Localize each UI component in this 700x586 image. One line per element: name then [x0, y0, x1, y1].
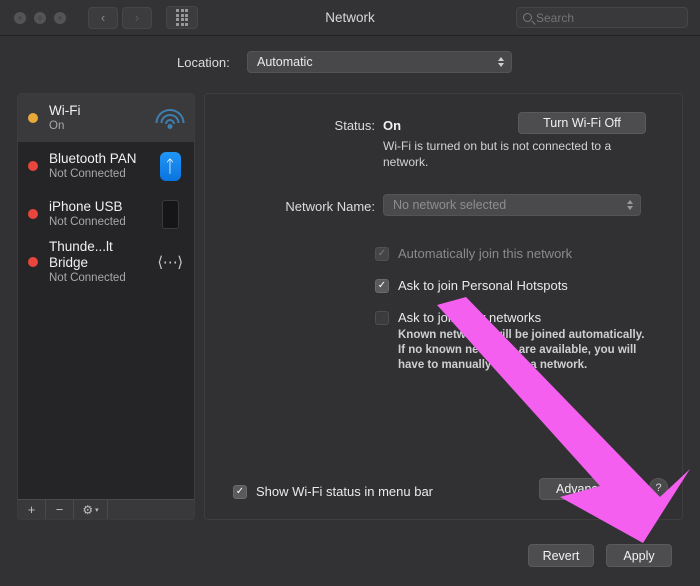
auto-join-network-row[interactable]: ✓ Automatically join this network	[375, 246, 572, 261]
ask-join-new-networks-label: Ask to join new networks	[398, 310, 542, 325]
status-dot	[28, 161, 38, 171]
network-service-list[interactable]: Wi-Fi On Bluetooth PAN Not Connected ᛏ i…	[17, 93, 195, 520]
show-wifi-status-label: Show Wi-Fi status in menu bar	[256, 484, 434, 499]
navigation-buttons: ‹ ›	[88, 6, 152, 29]
add-service-button[interactable]: +	[18, 500, 46, 519]
service-status: Not Connected	[49, 272, 126, 284]
auto-join-network-label: Automatically join this network	[398, 246, 573, 261]
ask-join-hotspots-label: Ask to join Personal Hotspots	[398, 278, 568, 293]
apply-button[interactable]: Apply	[606, 544, 672, 567]
status-label: Status:	[334, 118, 375, 133]
chevron-updown-icon	[498, 57, 504, 67]
list-item[interactable]: Thunde...lt Bridge Not Connected ⟨⋯⟩	[18, 238, 194, 286]
show-status-menubar-row[interactable]: ✓ Show Wi-Fi status in menu bar	[233, 484, 433, 499]
ask-join-hotspots-checkbox[interactable]: ✓	[375, 278, 389, 293]
chevron-down-icon: ▾	[95, 506, 99, 514]
new-networks-hint: Known networks will be joined automatica…	[398, 329, 645, 371]
advanced-button[interactable]: Advanced...	[539, 478, 639, 500]
network-preferences-window: ‹ › Network Search Location: Automatic W…	[0, 0, 700, 586]
help-button[interactable]: ?	[649, 478, 668, 497]
wifi-icon	[153, 101, 187, 135]
network-name-value: No network selected	[393, 198, 507, 212]
service-name: iPhone USB	[49, 199, 123, 214]
traffic-lights	[14, 11, 66, 24]
bluetooth-icon: ᛏ	[153, 149, 187, 183]
list-item[interactable]: Bluetooth PAN Not Connected ᛏ	[18, 142, 194, 190]
list-item[interactable]: Wi-Fi On	[18, 94, 194, 142]
ask-hotspots-row[interactable]: ✓ Ask to join Personal Hotspots	[375, 278, 568, 293]
network-name-label: Network Name:	[285, 199, 375, 214]
show-all-button[interactable]	[166, 6, 198, 29]
search-input[interactable]: Search	[516, 7, 688, 28]
status-dot	[28, 209, 38, 219]
service-status: Not Connected	[49, 168, 126, 180]
sidebar-toolbar: + − ⚙ ▾	[17, 499, 195, 520]
service-name: Wi-Fi	[49, 103, 81, 118]
search-placeholder: Search	[536, 10, 575, 25]
revert-button[interactable]: Revert	[528, 544, 594, 567]
location-dropdown[interactable]: Automatic	[247, 51, 512, 73]
forward-button[interactable]: ›	[122, 6, 152, 29]
list-item[interactable]: iPhone USB Not Connected	[18, 190, 194, 238]
search-icon	[523, 13, 532, 22]
remove-service-button[interactable]: −	[46, 500, 74, 519]
auto-join-network-checkbox[interactable]: ✓	[375, 246, 389, 261]
service-status: On	[49, 120, 65, 132]
close-button[interactable]	[14, 11, 26, 24]
service-name: Thunde...lt Bridge	[49, 239, 113, 270]
grid-icon	[176, 9, 188, 26]
location-row: Location: Automatic	[0, 36, 700, 88]
status-dot	[28, 113, 38, 123]
status-dot	[28, 257, 38, 267]
back-button[interactable]: ‹	[88, 6, 118, 29]
service-name: Bluetooth PAN	[49, 151, 137, 166]
show-wifi-status-checkbox[interactable]: ✓	[233, 484, 247, 499]
service-actions-button[interactable]: ⚙ ▾	[74, 500, 108, 519]
status-value: On	[383, 118, 402, 133]
zoom-button[interactable]	[54, 11, 66, 24]
ask-join-new-networks-checkbox[interactable]	[375, 310, 389, 325]
window-titlebar: ‹ › Network Search	[0, 0, 700, 36]
network-name-dropdown[interactable]: No network selected	[383, 194, 641, 216]
minimize-button[interactable]	[34, 11, 46, 24]
service-status: Not Connected	[49, 216, 126, 228]
ask-new-networks-row[interactable]: Ask to join new networks	[375, 310, 541, 325]
turn-wifi-off-button[interactable]: Turn Wi-Fi Off	[518, 112, 646, 134]
wifi-settings-panel: Status: On Turn Wi-Fi Off Wi-Fi is turne…	[204, 93, 683, 520]
location-value: Automatic	[257, 55, 313, 69]
location-label: Location:	[177, 54, 230, 70]
gear-icon: ⚙	[82, 502, 94, 517]
chevron-updown-icon	[627, 200, 633, 210]
status-description: Wi-Fi is turned on but is not connected …	[383, 139, 612, 169]
iphone-icon	[153, 197, 187, 231]
thunderbolt-icon: ⟨⋯⟩	[157, 254, 183, 271]
